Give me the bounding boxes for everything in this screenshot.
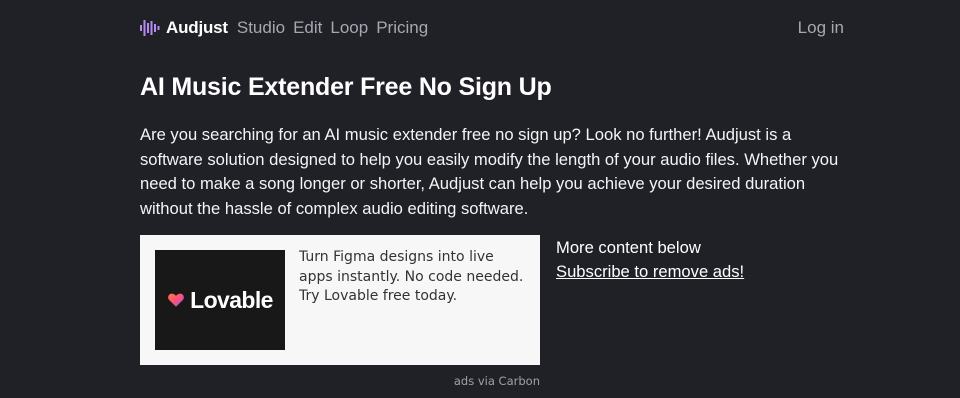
ad-via-link[interactable]: ads via Carbon xyxy=(140,374,540,388)
ad-brand-logo: Lovable xyxy=(167,287,273,314)
page-title: AI Music Extender Free No Sign Up xyxy=(140,73,552,101)
ad-image[interactable]: Lovable xyxy=(155,250,285,350)
page: Audjust Studio Edit Loop Pricing Log in … xyxy=(0,0,960,398)
heart-icon xyxy=(168,293,184,307)
nav-link-studio[interactable]: Studio xyxy=(237,18,285,38)
more-content-label: More content below xyxy=(556,238,701,257)
subscribe-link[interactable]: Subscribe to remove ads! xyxy=(556,262,744,282)
ad-brand-name: Lovable xyxy=(190,286,273,313)
ad-card[interactable]: Lovable Turn Figma designs into live app… xyxy=(140,235,540,365)
nav-link-edit[interactable]: Edit xyxy=(293,18,322,38)
intro-paragraph: Are you searching for an AI music extend… xyxy=(140,125,839,218)
ad-text[interactable]: Turn Figma designs into live apps instan… xyxy=(299,248,529,307)
logo-link[interactable]: Audjust xyxy=(140,18,228,38)
brand-name: Audjust xyxy=(166,18,228,37)
login-link[interactable]: Log in xyxy=(798,18,844,38)
nav-link-pricing[interactable]: Pricing xyxy=(376,18,428,38)
waveform-icon xyxy=(140,19,160,37)
nav-link-loop[interactable]: Loop xyxy=(330,18,368,38)
top-nav: Audjust Studio Edit Loop Pricing Log in xyxy=(140,15,844,41)
